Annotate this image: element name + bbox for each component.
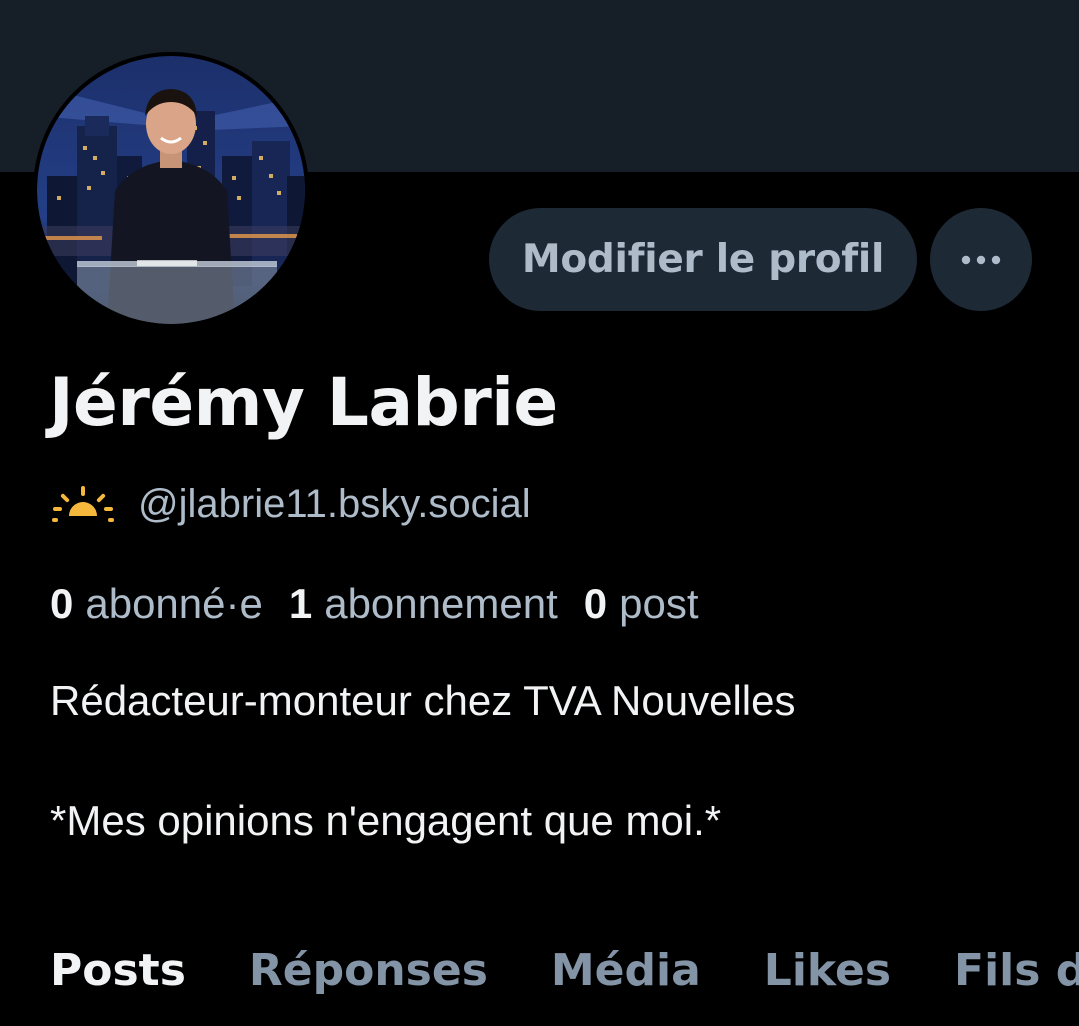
profile-page: Modifier le profil Jérémy Labrie @jlabri…: [0, 0, 1079, 1026]
handle-row: @jlabrie11.bsky.social: [50, 476, 531, 532]
posts-label: post: [619, 580, 699, 627]
bio-line: Rédacteur-monteur chez TVA Nouvelles: [50, 677, 796, 724]
following-count: 1: [288, 580, 313, 627]
avatar[interactable]: [33, 52, 309, 328]
followers-label: abonné·e: [85, 580, 263, 627]
following-label: abonnement: [324, 580, 558, 627]
profile-photo: [37, 56, 305, 324]
followers-count: 0: [50, 580, 74, 627]
tab-feeds[interactable]: Fils d'actualité: [954, 945, 1079, 996]
profile-tabs: Posts Réponses Média Likes Fils d'actual…: [50, 935, 1079, 1005]
following-stat[interactable]: 1 abonnement: [289, 580, 558, 628]
bio-line: *Mes opinions n'engagent que moi.*: [50, 797, 722, 844]
posts-stat: 0 post: [584, 580, 699, 628]
more-horizontal-icon: [961, 255, 1001, 264]
tab-likes[interactable]: Likes: [764, 945, 891, 996]
display-name: Jérémy Labrie: [49, 364, 558, 441]
more-options-button[interactable]: [930, 208, 1032, 311]
posts-count: 0: [583, 580, 608, 627]
profile-handle[interactable]: @jlabrie11.bsky.social: [138, 482, 531, 527]
edit-profile-button[interactable]: Modifier le profil: [489, 208, 917, 311]
tab-posts[interactable]: Posts: [50, 945, 186, 996]
tab-replies[interactable]: Réponses: [249, 945, 488, 996]
sunrise-icon: [52, 486, 114, 522]
followers-stat[interactable]: 0 abonné·e: [50, 580, 263, 628]
tab-media[interactable]: Média: [551, 945, 701, 996]
profile-stats: 0 abonné·e 1 abonnement 0 post: [50, 576, 725, 632]
